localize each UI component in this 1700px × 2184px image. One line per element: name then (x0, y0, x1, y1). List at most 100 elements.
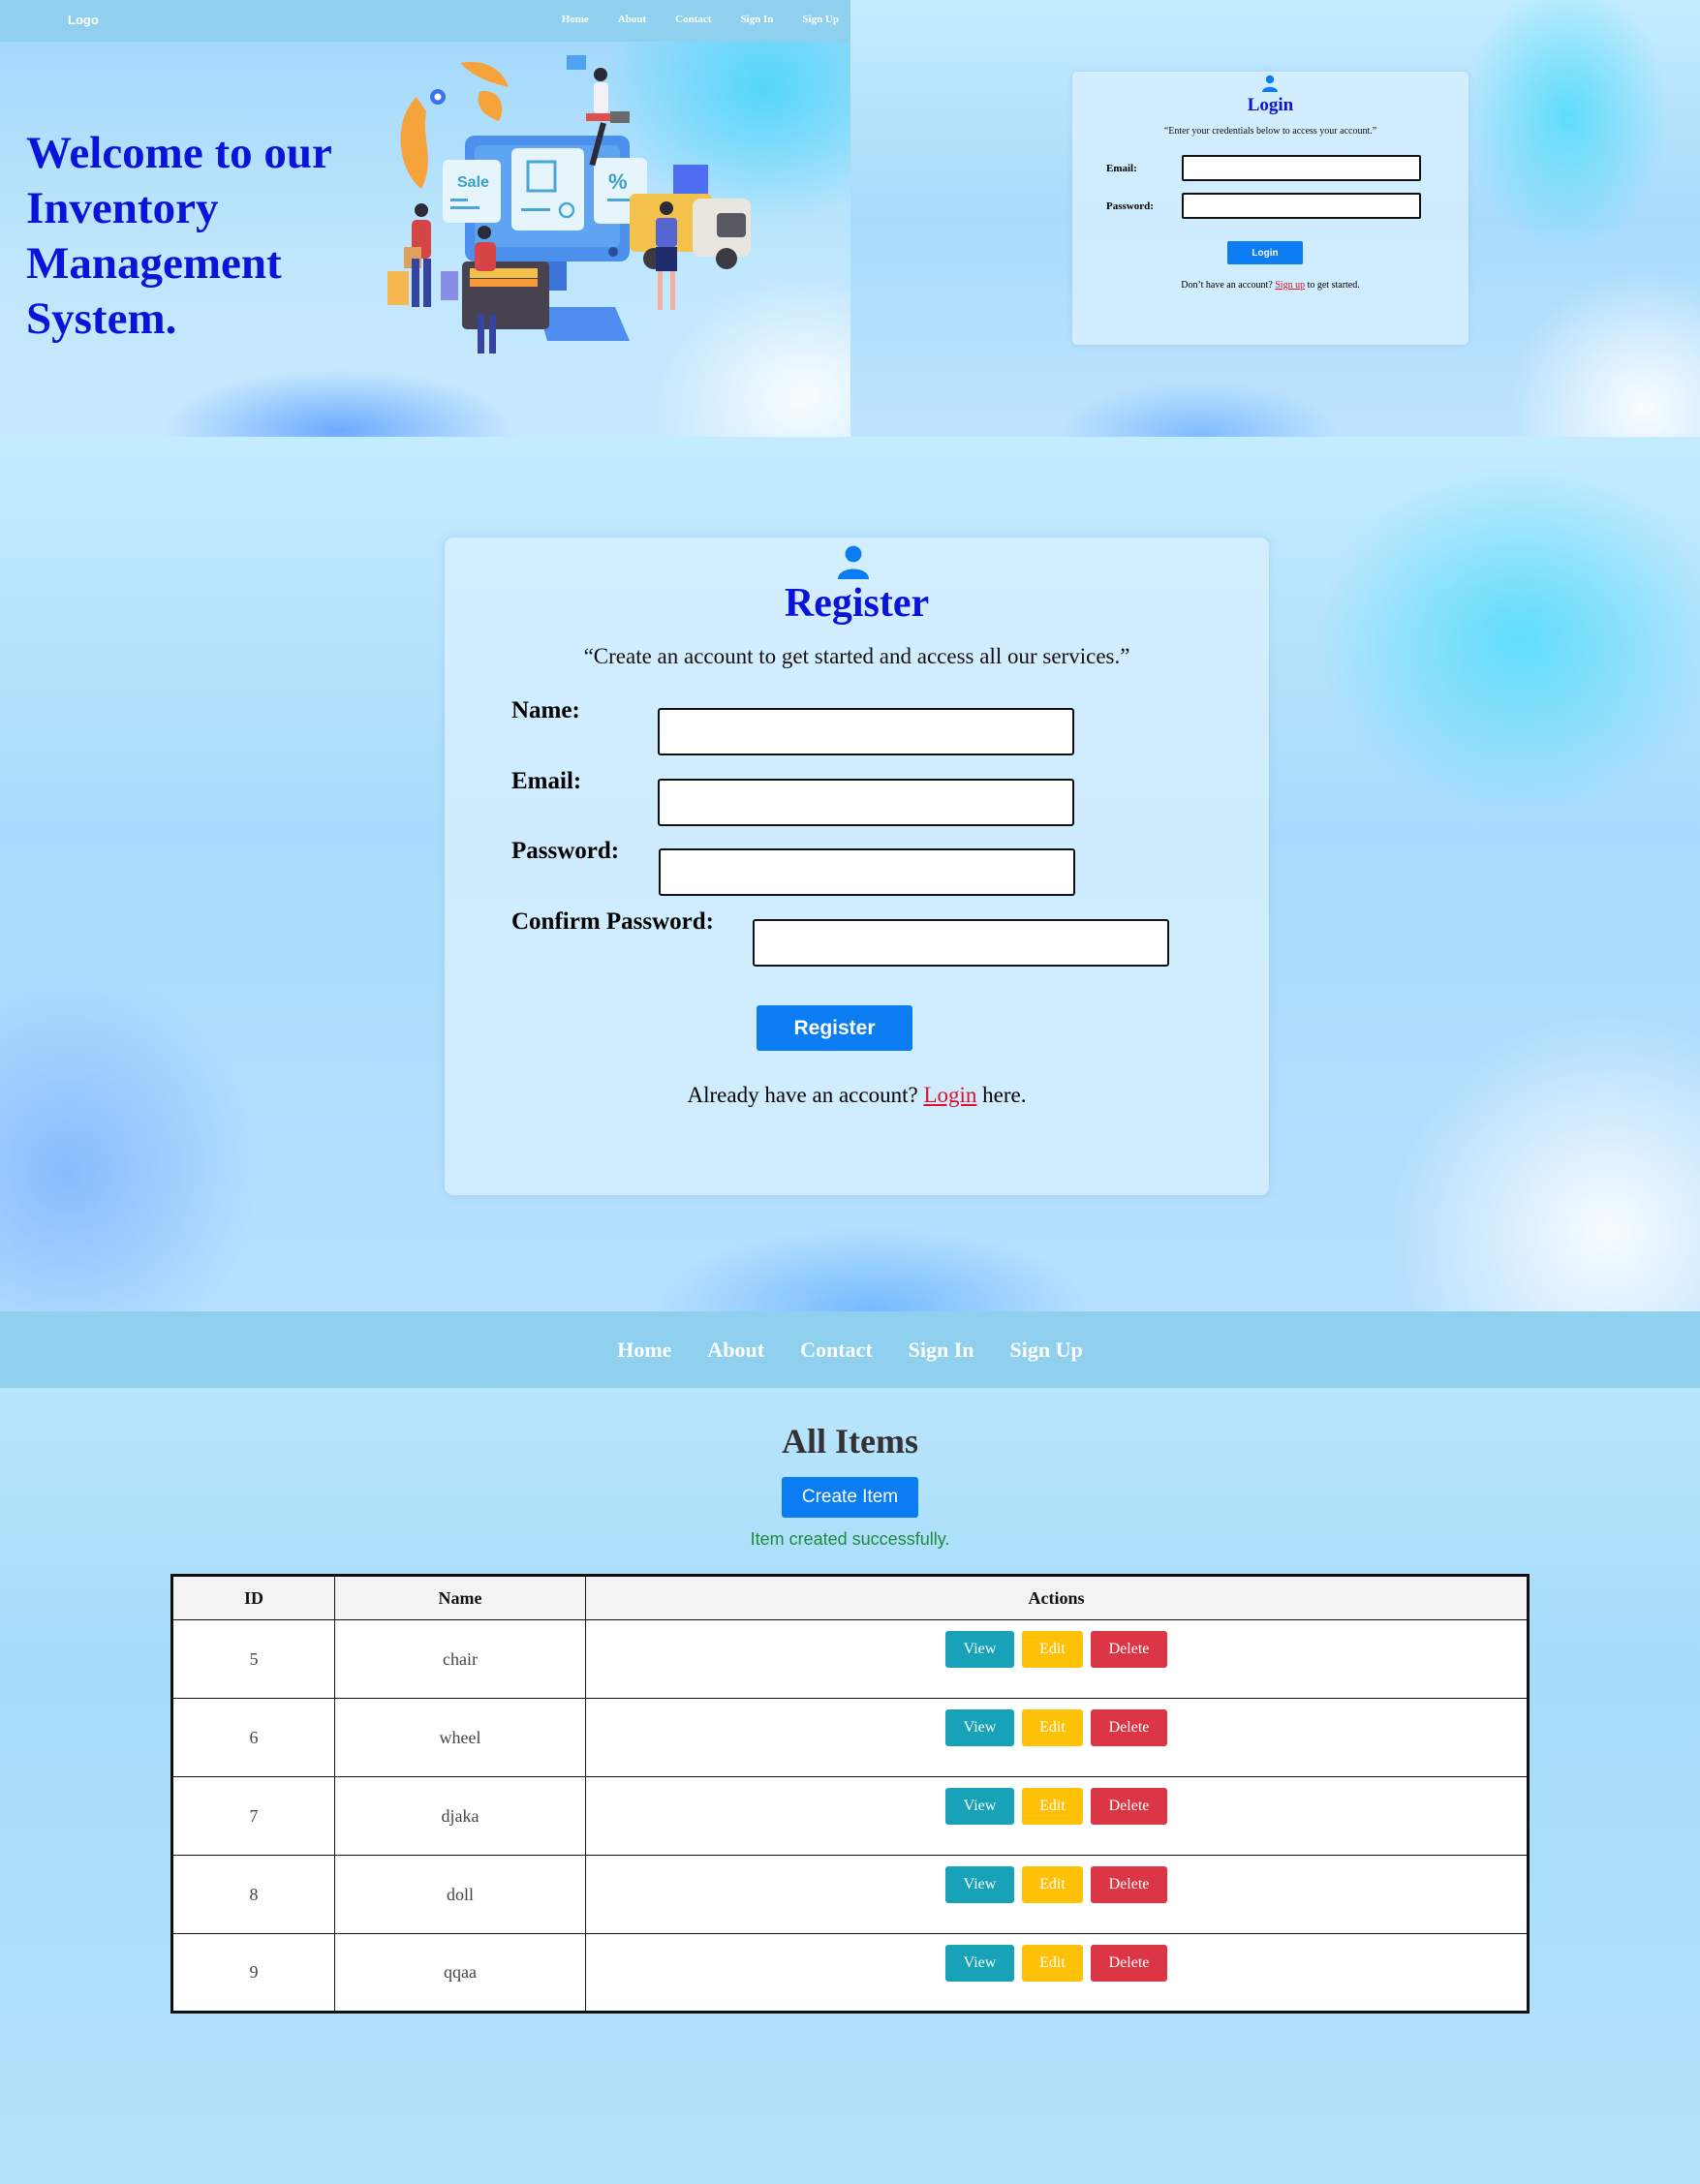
email-label: Email: (511, 768, 582, 794)
delete-button[interactable]: Delete (1091, 1709, 1167, 1746)
sign-up-link[interactable]: Sign up (1275, 280, 1305, 291)
header-actions: Actions (585, 1575, 1529, 1620)
view-button[interactable]: View (945, 1945, 1014, 1982)
email-field[interactable] (658, 779, 1074, 826)
confirm-password-label: Confirm Password: (511, 908, 715, 935)
items-title: All Items (782, 1422, 918, 1461)
register-card: Register “Create an account to get start… (445, 538, 1269, 1195)
top-navbar: Logo Home About Contact Sign In Sign Up (0, 0, 850, 42)
register-footer-prefix: Already have an account? (687, 1083, 924, 1107)
password-field[interactable] (659, 848, 1075, 896)
table-row: 8 doll View Edit Delete (171, 1855, 1529, 1934)
sale-sign-text: Sale (457, 174, 489, 191)
header-id: ID (171, 1575, 335, 1620)
item-actions: View Edit Delete (585, 1776, 1529, 1856)
nav-link-about[interactable]: About (707, 1338, 764, 1363)
nav-link-sign-up[interactable]: Sign Up (1010, 1338, 1083, 1363)
logo[interactable]: Logo (68, 13, 99, 27)
login-card: Login “Enter your credentials below to a… (1072, 72, 1468, 345)
item-name: djaka (334, 1776, 586, 1856)
items-table-body: 5 chair View Edit Delete 6 wheel View Edit Delete… (171, 1619, 1529, 2013)
nav-link-sign-in[interactable]: Sign In (740, 14, 773, 25)
view-button[interactable]: View (945, 1631, 1014, 1668)
email-field[interactable] (1182, 155, 1421, 181)
edit-button[interactable]: Edit (1022, 1945, 1083, 1982)
header-name: Name (334, 1575, 586, 1620)
nav-link-sign-in[interactable]: Sign In (909, 1338, 974, 1363)
edit-button[interactable]: Edit (1022, 1631, 1083, 1668)
view-button[interactable]: View (945, 1709, 1014, 1746)
table-row: 9 qqaa View Edit Delete (171, 1933, 1529, 2013)
create-item-button[interactable]: Create Item (782, 1477, 918, 1518)
nav-links: Home About Contact Sign In Sign Up (562, 14, 839, 25)
email-row: Email: (511, 768, 581, 795)
register-button[interactable]: Register (757, 1005, 912, 1051)
password-label: Password: (1106, 200, 1154, 212)
register-quote: “Create an account to get started and ac… (583, 644, 1130, 668)
item-name: doll (334, 1855, 586, 1934)
login-footer-suffix: to get started. (1305, 280, 1360, 291)
password-field[interactable] (1182, 193, 1421, 219)
user-icon (1262, 75, 1278, 92)
item-id: 6 (171, 1698, 335, 1777)
nav-link-sign-up[interactable]: Sign Up (802, 14, 839, 25)
view-button[interactable]: View (945, 1866, 1014, 1903)
name-label: Name: (511, 697, 580, 723)
delete-button[interactable]: Delete (1091, 1631, 1167, 1668)
nav-link-home[interactable]: Home (617, 1338, 671, 1363)
login-section: Login “Enter your credentials below to a… (850, 0, 1700, 437)
user-icon (838, 545, 869, 579)
welcome-title: Welcome to our Inventory Management Syst… (26, 128, 332, 344)
item-name: wheel (334, 1698, 586, 1777)
item-id: 7 (171, 1776, 335, 1856)
item-actions: View Edit Delete (585, 1698, 1529, 1777)
item-actions: View Edit Delete (585, 1855, 1529, 1934)
item-id: 9 (171, 1933, 335, 2013)
percent-sign-text: % (608, 169, 628, 194)
table-row: 6 wheel View Edit Delete (171, 1698, 1529, 1777)
delete-button[interactable]: Delete (1091, 1866, 1167, 1903)
password-row: Password: (511, 838, 619, 865)
email-label: Email: (1106, 162, 1137, 174)
nav-link-contact[interactable]: Contact (675, 14, 711, 25)
confirm-password-row: Confirm Password: (511, 908, 714, 936)
register-title: Register (784, 581, 930, 626)
password-row: Password: (1106, 193, 1421, 219)
nav-link-about[interactable]: About (618, 14, 646, 25)
nav-link-contact[interactable]: Contact (800, 1338, 873, 1363)
item-actions: View Edit Delete (585, 1619, 1529, 1699)
register-footer-suffix: here. (976, 1083, 1027, 1107)
items-table: ID Name Actions 5 chair View Edit Delete 6 whe… (170, 1574, 1530, 2014)
item-name: qqaa (334, 1933, 586, 2013)
login-footer: Don’t have an account? Sign up to get st… (1072, 280, 1468, 291)
login-link[interactable]: Login (923, 1083, 976, 1107)
view-button[interactable]: View (945, 1788, 1014, 1825)
register-footer: Already have an account? Login here. (445, 1083, 1269, 1108)
delete-button[interactable]: Delete (1091, 1945, 1167, 1982)
register-section: Register “Create an account to get start… (0, 437, 1700, 1311)
items-navbar: Home About Contact Sign In Sign Up (0, 1311, 1700, 1388)
item-actions: View Edit Delete (585, 1933, 1529, 2013)
password-label: Password: (511, 838, 620, 864)
edit-button[interactable]: Edit (1022, 1788, 1083, 1825)
login-quote: “Enter your credentials below to access … (1163, 126, 1377, 137)
edit-button[interactable]: Edit (1022, 1866, 1083, 1903)
welcome-section: Logo Home About Contact Sign In Sign Up … (0, 0, 850, 437)
item-id: 8 (171, 1855, 335, 1934)
inventory-illustration: Sale % (387, 55, 751, 354)
login-button[interactable]: Login (1227, 241, 1303, 264)
name-row: Name: (511, 697, 580, 724)
login-footer-prefix: Don’t have an account? (1181, 280, 1276, 291)
login-title: Login (1247, 95, 1294, 115)
item-name: chair (334, 1619, 586, 1699)
name-field[interactable] (658, 708, 1074, 755)
item-id: 5 (171, 1619, 335, 1699)
table-header-row: ID Name Actions (171, 1575, 1529, 1620)
edit-button[interactable]: Edit (1022, 1709, 1083, 1746)
delete-button[interactable]: Delete (1091, 1788, 1167, 1825)
table-row: 7 djaka View Edit Delete (171, 1776, 1529, 1856)
confirm-password-field[interactable] (753, 919, 1169, 967)
nav-link-home[interactable]: Home (562, 14, 589, 25)
items-section: Home About Contact Sign In Sign Up All I… (0, 1311, 1700, 2184)
success-message: Item created successfully. (750, 1529, 950, 1549)
